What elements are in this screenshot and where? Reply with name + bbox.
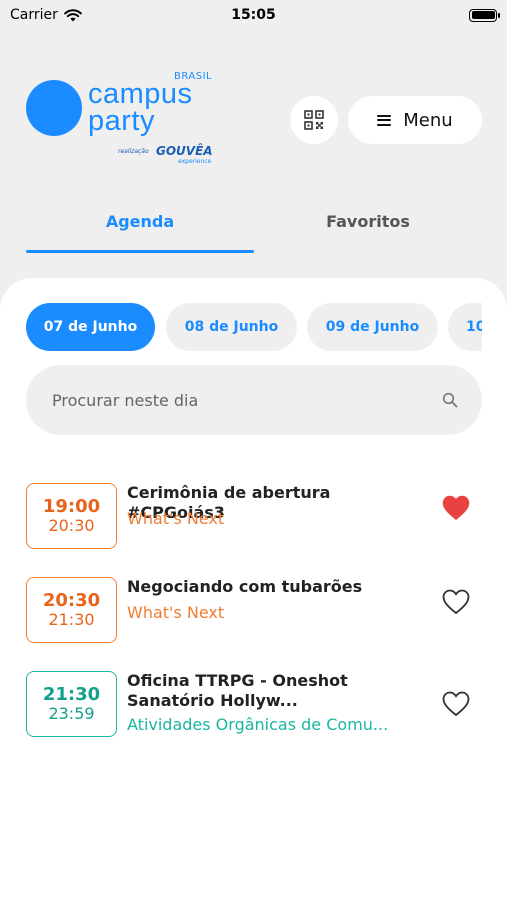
search-input[interactable] [52, 390, 412, 410]
menu-label: Menu [403, 109, 453, 131]
event-item[interactable]: 21:30 23:59 Oficina TTRPG - Oneshot Sana… [26, 671, 482, 737]
battery-icon [469, 8, 500, 22]
hamburger-icon [377, 114, 392, 126]
event-track: What's Next [127, 603, 225, 622]
date-pill-10[interactable]: 10 de Junho [448, 303, 482, 351]
event-time-box: 20:30 21:30 [26, 577, 117, 643]
event-start-time: 19:00 [42, 495, 101, 517]
event-title: Negociando com tubarões [127, 577, 363, 596]
event-end-time: 21:30 [48, 610, 95, 630]
agenda-card: 07 de Junho 08 de Junho 09 de Junho 10 d… [0, 278, 507, 900]
status-bar: Carrier 15:05 [0, 0, 507, 30]
event-time-box: 21:30 23:59 [26, 671, 117, 737]
event-item[interactable]: 20:30 21:30 Negociando com tubarões What… [26, 577, 482, 643]
date-selector[interactable]: 07 de Junho 08 de Junho 09 de Junho 10 d… [26, 303, 482, 351]
status-left: Carrier [10, 7, 82, 23]
logo-realizacao: realização [118, 148, 149, 155]
active-tab-indicator [26, 250, 254, 253]
heart-icon[interactable] [442, 691, 470, 717]
carrier-label: Carrier [10, 7, 58, 23]
event-end-time: 23:59 [48, 704, 95, 724]
event-start-time: 20:30 [42, 589, 101, 611]
campus-party-logo: BRASIL campus party realização GOUVÊA ex… [26, 70, 216, 170]
event-time-box: 19:00 20:30 [26, 483, 117, 549]
tab-favoritos[interactable]: Favoritos [254, 212, 482, 231]
qr-code-icon [304, 110, 324, 130]
event-track: Atividades Orgânicas de Comu... [127, 715, 389, 734]
event-title: Oficina TTRPG - Oneshot Sanatório Hollyw… [127, 671, 348, 711]
event-item[interactable]: 19:00 20:30 Cerimônia de abertura #CPGoi… [26, 483, 482, 549]
heart-icon[interactable] [442, 589, 470, 615]
event-end-time: 20:30 [48, 516, 95, 536]
event-track: What's Next [127, 509, 225, 528]
logo-experience: experience [178, 158, 212, 165]
tab-agenda[interactable]: Agenda [26, 212, 254, 231]
date-pill-09[interactable]: 09 de Junho [307, 303, 438, 351]
event-start-time: 21:30 [42, 683, 101, 705]
search-bar[interactable] [26, 365, 482, 435]
date-pill-07[interactable]: 07 de Junho [26, 303, 155, 351]
heart-icon[interactable] [442, 495, 470, 521]
menu-button[interactable]: Menu [348, 96, 482, 144]
wifi-icon [64, 8, 82, 21]
logo-party: party [88, 105, 155, 137]
date-pill-08[interactable]: 08 de Junho [166, 303, 297, 351]
logo-gouvea: GOUVÊA [156, 144, 213, 158]
logo-circle [26, 80, 82, 136]
search-icon[interactable] [442, 392, 458, 408]
qr-code-button[interactable] [290, 96, 338, 144]
